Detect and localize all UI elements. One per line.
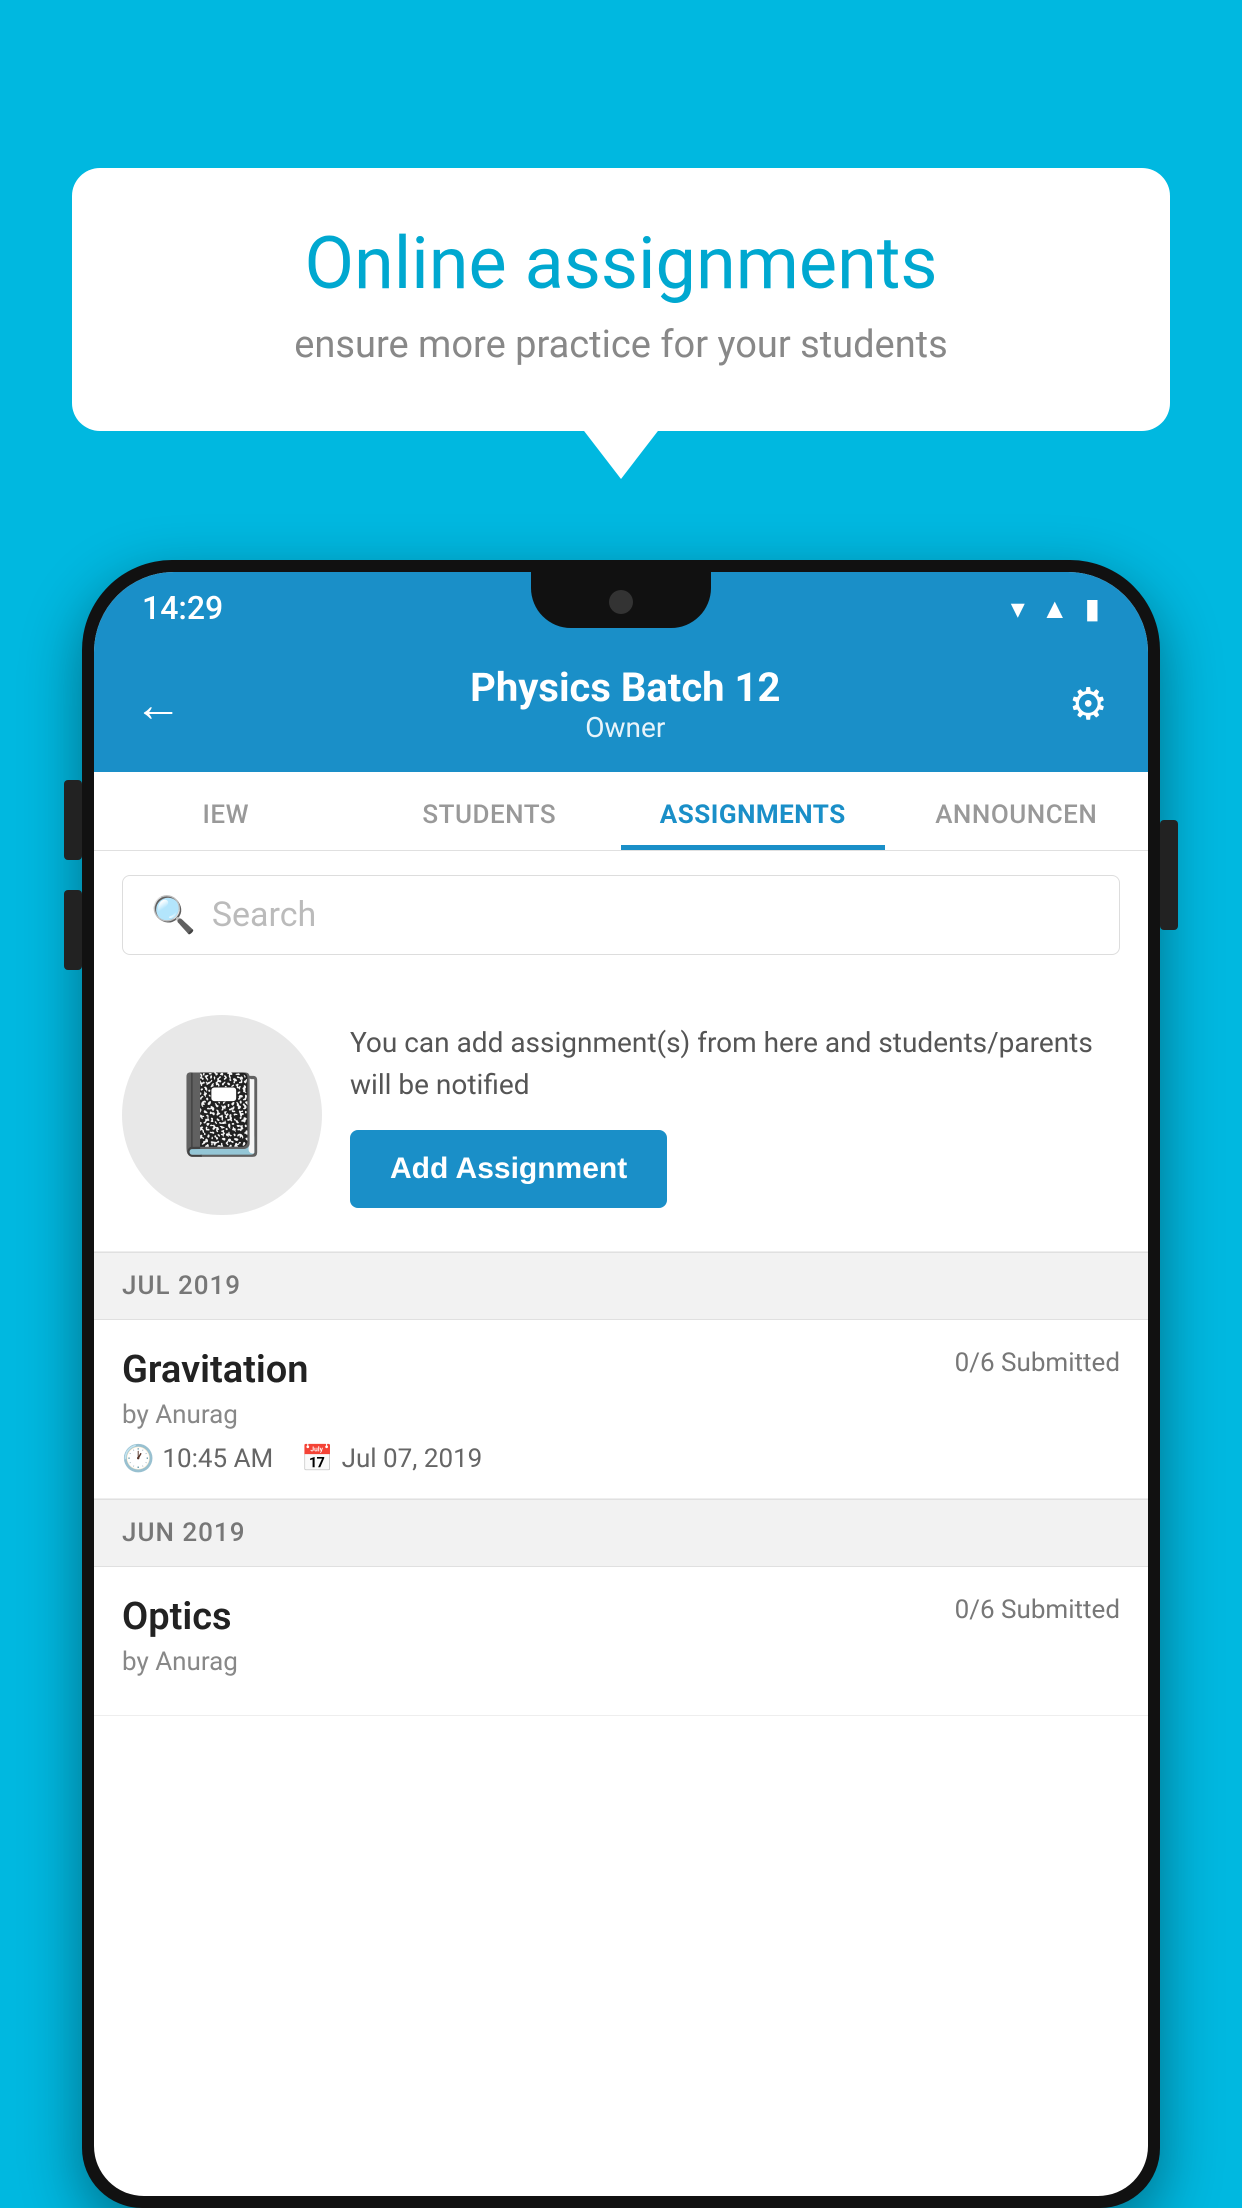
assignment-name: Gravitation bbox=[122, 1348, 309, 1392]
assignment-date: 📅 Jul 07, 2019 bbox=[301, 1444, 482, 1474]
speech-bubble-title: Online assignments bbox=[132, 224, 1110, 303]
speech-bubble: Online assignments ensure more practice … bbox=[72, 168, 1170, 431]
volume-down-button bbox=[64, 890, 82, 970]
assignment-item-optics[interactable]: Optics 0/6 Submitted by Anurag bbox=[94, 1567, 1148, 1716]
assignment-name-optics: Optics bbox=[122, 1595, 232, 1639]
wifi-icon: ▾ bbox=[1011, 592, 1025, 625]
clock-icon: 🕐 bbox=[122, 1444, 154, 1474]
search-bar[interactable]: 🔍 Search bbox=[122, 875, 1120, 955]
assignment-time: 🕐 10:45 AM bbox=[122, 1444, 273, 1474]
assignment-row-optics: Optics 0/6 Submitted bbox=[122, 1595, 1120, 1639]
promo-icon-circle: 📓 bbox=[122, 1015, 322, 1215]
assignment-submitted: 0/6 Submitted bbox=[955, 1348, 1120, 1378]
add-assignment-button[interactable]: Add Assignment bbox=[350, 1130, 667, 1208]
promo-content: You can add assignment(s) from here and … bbox=[350, 1022, 1120, 1208]
search-container: 🔍 Search bbox=[94, 851, 1148, 979]
tab-announcements[interactable]: ANNOUNCEN bbox=[885, 772, 1149, 850]
assignment-meta: 🕐 10:45 AM 📅 Jul 07, 2019 bbox=[122, 1444, 1120, 1474]
assignment-by-optics: by Anurag bbox=[122, 1647, 1120, 1677]
signal-icon: ▲ bbox=[1041, 592, 1069, 625]
tab-bar: IEW STUDENTS ASSIGNMENTS ANNOUNCEN bbox=[94, 772, 1148, 851]
back-button[interactable]: ← bbox=[134, 676, 182, 733]
batch-title: Physics Batch 12 bbox=[470, 664, 780, 711]
battery-icon: ▮ bbox=[1085, 592, 1100, 625]
phone-frame: 14:29 ▾ ▲ ▮ ← Physics Batch 12 Owner ⚙ I… bbox=[82, 560, 1160, 2208]
speech-bubble-subtitle: ensure more practice for your students bbox=[132, 323, 1110, 367]
promo-text: You can add assignment(s) from here and … bbox=[350, 1022, 1120, 1106]
tab-students[interactable]: STUDENTS bbox=[358, 772, 622, 850]
camera bbox=[609, 590, 633, 614]
power-button bbox=[1160, 820, 1178, 930]
phone-screen: 14:29 ▾ ▲ ▮ ← Physics Batch 12 Owner ⚙ I… bbox=[94, 572, 1148, 2196]
batch-subtitle: Owner bbox=[470, 711, 780, 744]
app-header: ← Physics Batch 12 Owner ⚙ bbox=[94, 644, 1148, 772]
section-header-jul: JUL 2019 bbox=[94, 1252, 1148, 1320]
assignment-submitted-optics: 0/6 Submitted bbox=[955, 1595, 1120, 1625]
tab-assignments[interactable]: ASSIGNMENTS bbox=[621, 772, 885, 850]
calendar-icon: 📅 bbox=[301, 1444, 333, 1474]
search-placeholder: Search bbox=[212, 895, 316, 935]
promo-section: 📓 You can add assignment(s) from here an… bbox=[94, 979, 1148, 1252]
header-title-block: Physics Batch 12 Owner bbox=[470, 664, 780, 744]
tab-iew[interactable]: IEW bbox=[94, 772, 358, 850]
settings-button[interactable]: ⚙ bbox=[1069, 678, 1108, 730]
status-icons: ▾ ▲ ▮ bbox=[1011, 592, 1100, 625]
assignment-item-gravitation[interactable]: Gravitation 0/6 Submitted by Anurag 🕐 10… bbox=[94, 1320, 1148, 1499]
phone-notch bbox=[531, 572, 711, 628]
assignment-by: by Anurag bbox=[122, 1400, 1120, 1430]
status-time: 14:29 bbox=[142, 589, 223, 627]
search-icon: 🔍 bbox=[151, 894, 196, 936]
assignment-row: Gravitation 0/6 Submitted bbox=[122, 1348, 1120, 1392]
notebook-icon: 📓 bbox=[172, 1068, 272, 1162]
section-header-jun: JUN 2019 bbox=[94, 1499, 1148, 1567]
volume-up-button bbox=[64, 780, 82, 860]
